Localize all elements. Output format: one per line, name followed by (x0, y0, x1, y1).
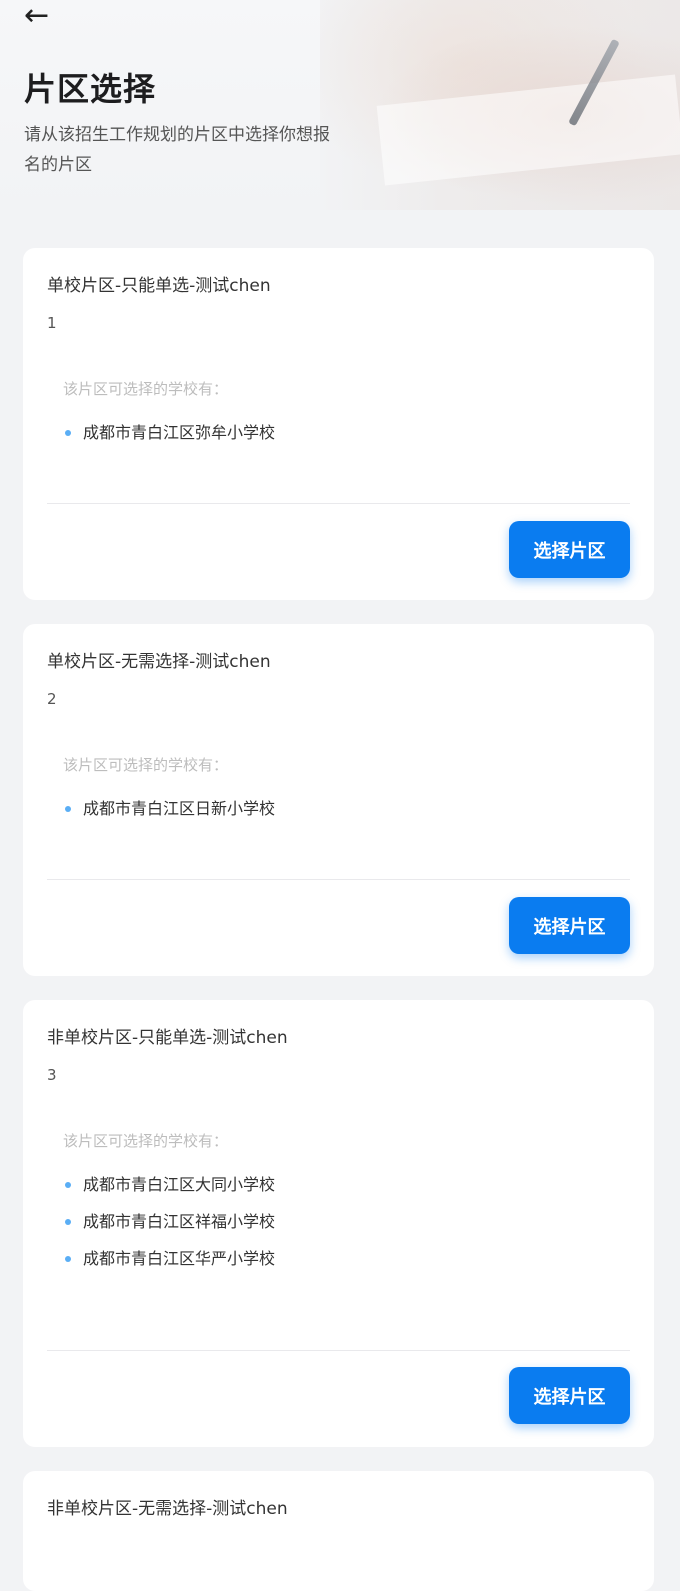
district-title: 非单校片区-无需选择-测试chen (47, 1499, 288, 1519)
select-district-button[interactable]: 选择片区 (509, 1367, 630, 1424)
page-header: ← 片区选择 请从该招生工作规划的片区中选择你想报名的片区 (0, 0, 680, 210)
school-name: 成都市青白江区大同小学校 (83, 1175, 276, 1194)
divider (47, 1350, 630, 1351)
school-item: 成都市青白江区日新小学校 (63, 796, 275, 833)
district-card: 非单校片区-无需选择-测试chen (23, 1471, 654, 1591)
schools-label: 该片区可选择的学校有： (63, 380, 229, 398)
school-item: 成都市青白江区华严小学校 (63, 1246, 275, 1283)
district-card: 单校片区-无需选择-测试chen 2 该片区可选择的学校有： 成都市青白江区日新… (23, 624, 654, 976)
schools-label: 该片区可选择的学校有： (63, 1132, 229, 1150)
bullet-dot-icon (65, 1256, 71, 1262)
district-title: 单校片区-无需选择-测试chen (47, 652, 271, 672)
district-number: 3 (47, 1066, 57, 1084)
district-card: 单校片区-只能单选-测试chen 1 该片区可选择的学校有： 成都市青白江区弥牟… (23, 248, 654, 600)
divider (47, 503, 630, 504)
schools-label: 该片区可选择的学校有： (63, 756, 229, 774)
back-arrow-icon[interactable]: ← (24, 0, 54, 32)
school-list: 成都市青白江区大同小学校 成都市青白江区祥福小学校 成都市青白江区华严小学校 (63, 1172, 275, 1283)
school-item: 成都市青白江区弥牟小学校 (63, 420, 275, 457)
page-description: 请从该招生工作规划的片区中选择你想报名的片区 (24, 125, 330, 175)
school-item: 成都市青白江区祥福小学校 (63, 1209, 275, 1246)
bullet-dot-icon (65, 430, 71, 436)
select-district-button[interactable]: 选择片区 (509, 521, 630, 578)
school-list: 成都市青白江区弥牟小学校 (63, 420, 275, 457)
bullet-dot-icon (65, 1219, 71, 1225)
header-banner-image (320, 0, 680, 210)
district-title: 单校片区-只能单选-测试chen (47, 276, 271, 296)
school-name: 成都市青白江区祥福小学校 (83, 1212, 276, 1231)
district-title: 非单校片区-只能单选-测试chen (47, 1028, 288, 1048)
district-number: 2 (47, 690, 57, 708)
divider (47, 879, 630, 880)
page-title: 片区选择 (24, 70, 157, 108)
school-name: 成都市青白江区华严小学校 (83, 1249, 276, 1268)
school-list: 成都市青白江区日新小学校 (63, 796, 275, 833)
district-number: 1 (47, 314, 57, 332)
bullet-dot-icon (65, 806, 71, 812)
select-district-button[interactable]: 选择片区 (509, 897, 630, 954)
school-name: 成都市青白江区弥牟小学校 (83, 423, 276, 442)
paper-shape (376, 74, 680, 186)
bullet-dot-icon (65, 1182, 71, 1188)
district-card: 非单校片区-只能单选-测试chen 3 该片区可选择的学校有： 成都市青白江区大… (23, 1000, 654, 1447)
school-item: 成都市青白江区大同小学校 (63, 1172, 275, 1209)
school-name: 成都市青白江区日新小学校 (83, 799, 276, 818)
